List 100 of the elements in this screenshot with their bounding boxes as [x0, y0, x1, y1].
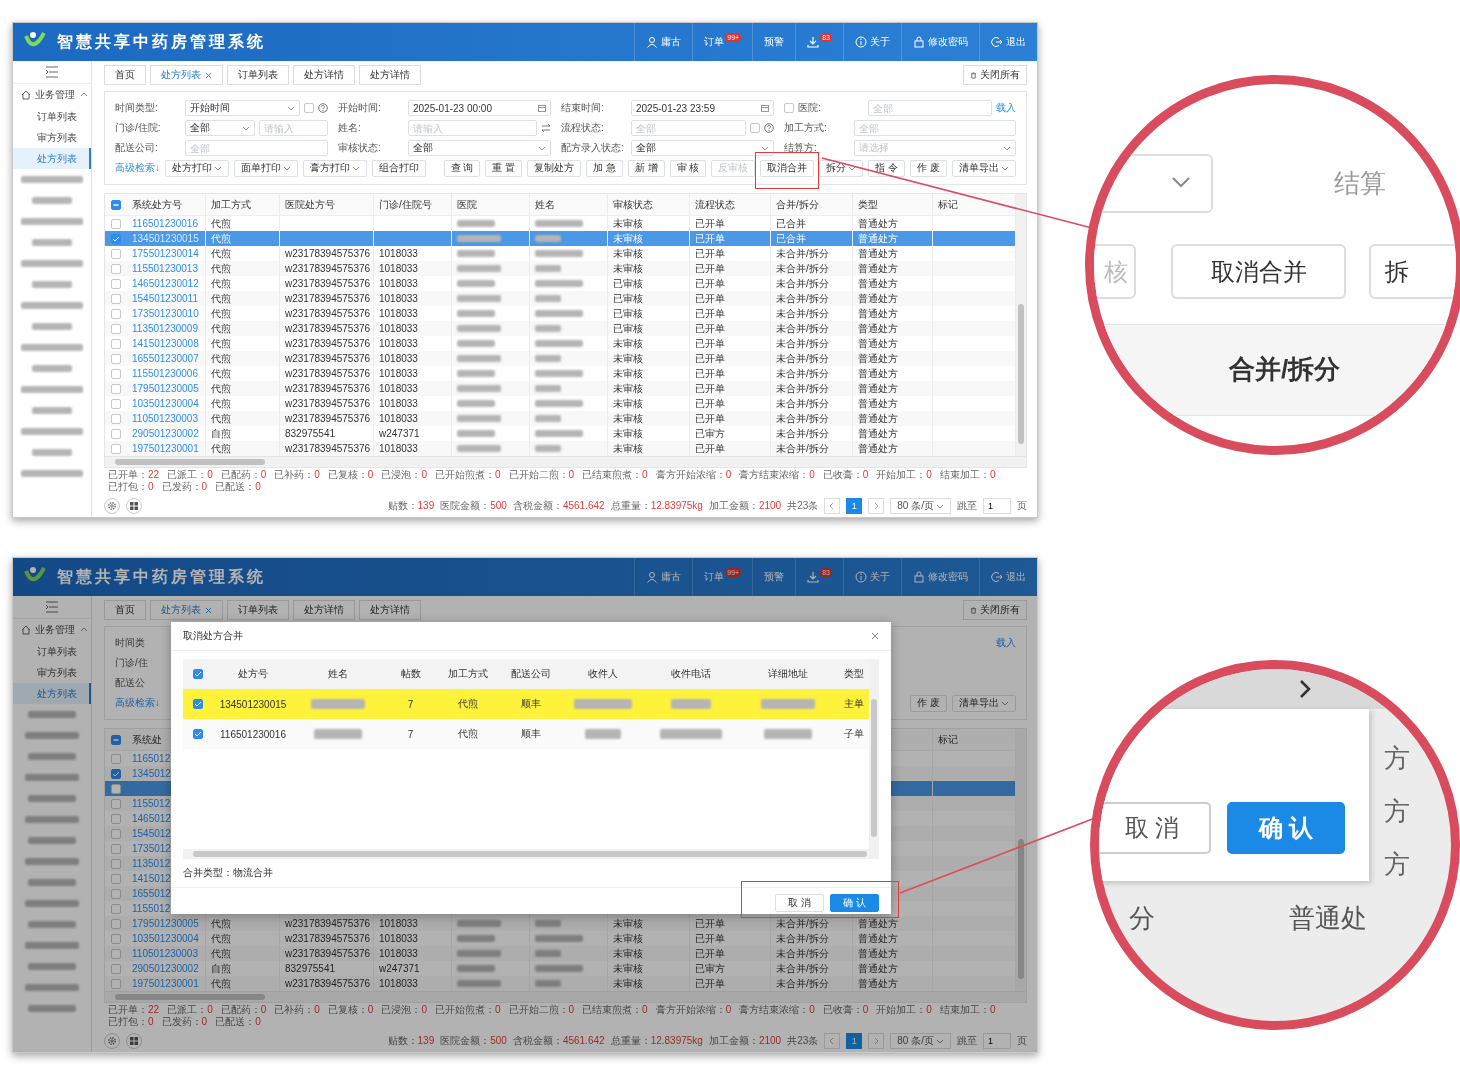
horizontal-scrollbar[interactable]: [104, 457, 1027, 468]
advanced-search-link[interactable]: 高级检索↓: [115, 159, 160, 177]
swap-icon[interactable]: [541, 123, 551, 133]
prescription-number-link[interactable]: 175501230014: [132, 248, 199, 259]
toolbar-button[interactable]: 膏方打印: [303, 159, 367, 177]
dropdown-field[interactable]: 全部: [631, 140, 774, 156]
table-row[interactable]: 154501230011 代煎 w23178394575376 1018033 已审核 已开单 未合并/拆分 普通处方: [105, 291, 1016, 306]
tab[interactable]: 订单列表: [227, 65, 289, 85]
table-row[interactable]: 197501230001 代煎 w23178394575376 1018033 未审核 已开单 未合并/拆分 普通处方: [105, 441, 1016, 456]
row-checkbox[interactable]: [111, 933, 121, 944]
row-checkbox[interactable]: [111, 278, 121, 289]
row-checkbox[interactable]: [111, 978, 121, 989]
close-all-button[interactable]: 关闭所有: [963, 65, 1027, 85]
row-checkbox[interactable]: [111, 308, 121, 319]
prescription-number-link[interactable]: 290501230002: [132, 428, 199, 439]
tab[interactable]: 处方详情: [293, 65, 355, 85]
prescription-number-link[interactable]: 146501230012: [132, 278, 199, 289]
row-checkbox[interactable]: [111, 843, 121, 854]
table-row[interactable]: 110501230003 代煎 w23178394575376 1018033 未审核 已开单 未合并/拆分 普通处方: [105, 411, 1016, 426]
tab[interactable]: 处方详情: [359, 600, 421, 620]
toolbar-button[interactable]: 审 核: [669, 159, 707, 177]
dropdown-field[interactable]: 全部: [408, 140, 551, 156]
toolbar-button[interactable]: 组合打印: [372, 159, 426, 177]
row-checkbox[interactable]: [111, 783, 121, 794]
sidebar-item[interactable]: 订单列表: [13, 641, 91, 662]
tab[interactable]: 首页: [104, 600, 146, 620]
toolbar-button[interactable]: 新 增: [627, 159, 665, 177]
close-icon[interactable]: [871, 632, 879, 640]
prescription-number-link[interactable]: 173501230010: [132, 308, 199, 319]
horizontal-scrollbar[interactable]: [183, 849, 879, 859]
page-size-dropdown[interactable]: 80 条/页: [890, 1033, 951, 1049]
toolbar-button[interactable]: 作 废: [910, 159, 947, 177]
help-icon[interactable]: [764, 123, 774, 133]
menu-icon[interactable]: [45, 601, 59, 613]
dropdown-field[interactable]: 开始时间: [185, 100, 300, 116]
close-icon[interactable]: [205, 71, 212, 79]
row-checkbox[interactable]: [111, 248, 121, 259]
tab[interactable]: 首页: [104, 65, 146, 85]
vertical-scrollbar[interactable]: [1016, 729, 1026, 991]
tab[interactable]: 处方详情: [293, 600, 355, 620]
vertical-scrollbar[interactable]: [1016, 194, 1026, 456]
settings-button[interactable]: [104, 1033, 120, 1049]
row-checkbox[interactable]: [111, 323, 121, 334]
row-checkbox[interactable]: [111, 218, 121, 229]
table-row[interactable]: 179501230005 代煎 w23178394575376 1018033 未审核 已开单 未合并/拆分 普通处方: [105, 916, 1016, 931]
row-checkbox[interactable]: [111, 233, 121, 244]
menu-group[interactable]: 业务管理: [13, 84, 91, 106]
row-checkbox[interactable]: [111, 338, 121, 349]
next-page-button[interactable]: [868, 498, 885, 514]
table-row[interactable]: 179501230005 代煎 w23178394575376 1018033 未审核 已开单 未合并/拆分 普通处方: [105, 381, 1016, 396]
select-all-checkbox[interactable]: [193, 669, 203, 679]
row-checkbox[interactable]: [111, 798, 121, 809]
toolbar-button[interactable]: 取消合并: [760, 159, 815, 177]
checkbox[interactable]: [304, 103, 314, 113]
toolbar-button[interactable]: 清单导出: [952, 694, 1016, 712]
table-row[interactable]: 197501230001 代煎 w23178394575376 1018033 未审核 已开单 未合并/拆分 普通处方: [105, 976, 1016, 991]
row-checkbox[interactable]: [111, 413, 121, 424]
row-checkbox[interactable]: [111, 903, 121, 914]
table-row[interactable]: 110501230003 代煎 w23178394575376 1018033 未审核 已开单 未合并/拆分 普通处方: [105, 946, 1016, 961]
previous-page-button[interactable]: [824, 1033, 841, 1049]
toolbar-button[interactable]: 拆分: [819, 159, 864, 177]
settings-button[interactable]: [104, 498, 120, 514]
row-checkbox[interactable]: [111, 948, 121, 959]
next-page-button[interactable]: [868, 1033, 885, 1049]
row-checkbox[interactable]: [111, 753, 121, 764]
prescription-number-link[interactable]: 115501230006: [132, 368, 198, 379]
load-link[interactable]: 载入: [996, 101, 1016, 115]
header-menu-item[interactable]: 庸古: [634, 558, 693, 596]
close-all-button[interactable]: 关闭所有: [963, 600, 1027, 620]
checkbox[interactable]: [750, 123, 760, 133]
prescription-number-link[interactable]: 141501230008: [132, 338, 199, 349]
row-checkbox[interactable]: [111, 443, 121, 454]
tab[interactable]: 处方详情: [359, 65, 421, 85]
horizontal-scrollbar[interactable]: [104, 992, 1027, 1003]
header-menu-item[interactable]: 预警: [752, 23, 796, 61]
toolbar-button[interactable]: 重 置: [485, 159, 523, 177]
page-button[interactable]: 1: [846, 498, 863, 514]
row-checkbox[interactable]: [111, 918, 121, 929]
row-checkbox[interactable]: [111, 263, 121, 274]
row-checkbox[interactable]: [111, 813, 121, 824]
row-checkbox[interactable]: [111, 768, 121, 779]
row-checkbox[interactable]: [111, 293, 121, 304]
dialog-row[interactable]: 134501230015 7 代煎 顺丰 主单: [183, 689, 869, 719]
date-field[interactable]: 2025-01-23 00:00: [408, 100, 551, 116]
row-checkbox[interactable]: [111, 858, 121, 869]
vertical-scrollbar[interactable]: [869, 659, 879, 849]
header-menu-item[interactable]: 退出: [979, 558, 1037, 596]
select-all-checkbox[interactable]: [111, 734, 121, 745]
header-menu-item[interactable]: 修改密码: [901, 23, 979, 61]
date-field[interactable]: 2025-01-23 23:59: [631, 100, 774, 116]
cancel-button[interactable]: 取 消: [775, 894, 825, 912]
prescription-number-link[interactable]: 103501230004: [132, 398, 199, 409]
select-all-checkbox[interactable]: [111, 199, 121, 210]
tab[interactable]: 订单列表: [227, 600, 289, 620]
header-menu-item[interactable]: 修改密码: [901, 558, 979, 596]
toolbar-button[interactable]: 处方打印: [165, 159, 229, 177]
row-checkbox[interactable]: [111, 873, 121, 884]
row-checkbox[interactable]: [193, 699, 203, 709]
header-menu-item[interactable]: 预警: [752, 558, 796, 596]
toolbar-button[interactable]: 加 急: [586, 159, 623, 177]
